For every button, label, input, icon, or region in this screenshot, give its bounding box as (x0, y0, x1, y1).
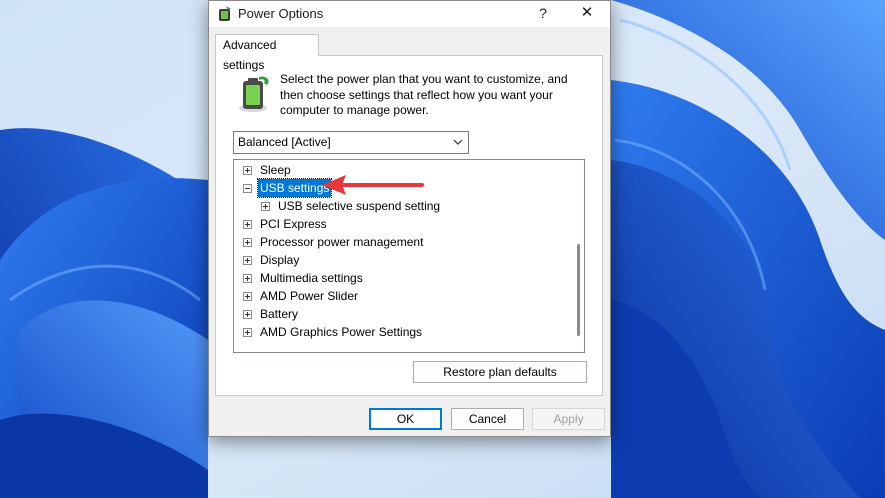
expand-plus-icon[interactable] (243, 238, 252, 247)
tree-item-label: Processor power management (260, 235, 424, 249)
tree-item-label: AMD Graphics Power Settings (260, 325, 423, 339)
restore-plan-defaults-button[interactable]: Restore plan defaults (413, 361, 587, 383)
help-icon[interactable]: ? (521, 1, 565, 27)
power-plan-select[interactable]: Balanced [Active] (233, 131, 469, 154)
power-options-dialog: Power Options ? ✕ Advanced settings Sele… (208, 0, 611, 437)
tab-advanced-settings[interactable]: Advanced settings (215, 34, 319, 72)
tree-item-label: Battery (260, 307, 299, 321)
tree-item-label: AMD Power Slider (260, 289, 359, 303)
annotation-arrow (322, 175, 424, 195)
expand-plus-icon[interactable] (243, 292, 252, 301)
tree-item[interactable]: Battery (243, 305, 564, 323)
tree-item[interactable]: Multimedia settings (243, 269, 564, 287)
expand-plus-icon[interactable] (243, 274, 252, 283)
collapse-minus-icon[interactable] (243, 184, 252, 193)
tree-item-label: PCI Express (260, 217, 327, 231)
tree-scrollbar-thumb[interactable] (577, 244, 580, 336)
plan-description: Select the power plan that you want to c… (280, 72, 568, 117)
close-icon[interactable]: ✕ (565, 1, 609, 27)
tree-scrollbar[interactable] (576, 162, 582, 350)
tree-item[interactable]: Processor power management (243, 233, 564, 251)
tree-item-label: USB selective suspend setting (278, 199, 441, 213)
tree-item-label: Sleep (260, 163, 291, 177)
expand-plus-icon[interactable] (243, 220, 252, 229)
expand-plus-icon[interactable] (243, 328, 252, 337)
cancel-button[interactable]: Cancel (451, 408, 524, 430)
expand-plus-icon[interactable] (261, 202, 270, 211)
tree-item[interactable]: PCI Express (243, 215, 564, 233)
power-options-app-icon (219, 6, 231, 21)
tree-item-label: Multimedia settings (260, 271, 363, 285)
apply-button[interactable]: Apply (532, 408, 605, 430)
expand-plus-icon[interactable] (243, 310, 252, 319)
tree-item[interactable]: USB selective suspend setting (261, 197, 564, 215)
title-bar[interactable]: Power Options ? ✕ (209, 1, 610, 27)
tree-item-label: Display (260, 253, 300, 267)
expand-plus-icon[interactable] (243, 166, 252, 175)
tree-item[interactable]: AMD Power Slider (243, 287, 564, 305)
window-title: Power Options (238, 6, 324, 21)
tree-item[interactable]: AMD Graphics Power Settings (243, 323, 564, 341)
battery-power-icon (239, 76, 269, 112)
chevron-down-icon[interactable] (451, 135, 465, 149)
expand-plus-icon[interactable] (243, 256, 252, 265)
tree-item[interactable]: Display (243, 251, 564, 269)
power-plan-value: Balanced [Active] (238, 135, 331, 149)
ok-button[interactable]: OK (369, 408, 442, 430)
